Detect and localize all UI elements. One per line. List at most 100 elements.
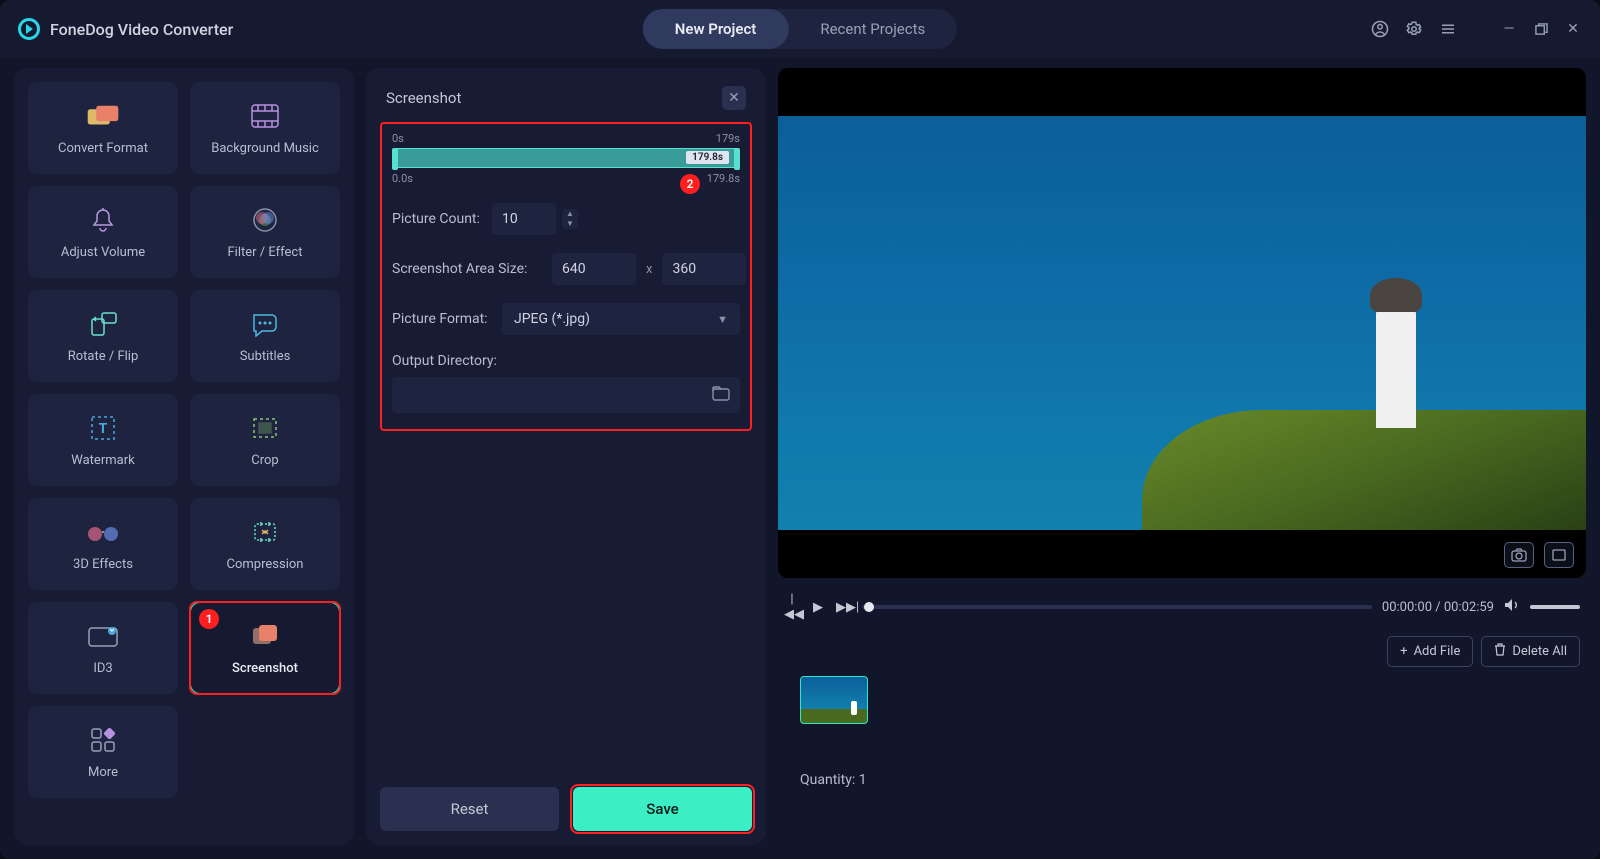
tab-new-project[interactable]: New Project: [643, 9, 789, 49]
maximize-button[interactable]: [1532, 20, 1550, 38]
play-button[interactable]: ▶: [810, 600, 826, 615]
time-display: 00:00:00 / 00:02:59: [1382, 600, 1494, 615]
callout-badge-2: 2: [680, 174, 700, 194]
picture-format-row: Picture Format: JPEG (*.jpg) ▼: [392, 303, 740, 335]
tool-rotate-flip[interactable]: Rotate / Flip: [28, 290, 178, 382]
tool-label: ID3: [93, 661, 112, 676]
reset-button[interactable]: Reset: [380, 787, 559, 831]
timeline-start-label: 0s: [392, 132, 404, 145]
delete-all-button[interactable]: Delete All: [1481, 636, 1580, 667]
tool-filter-effect[interactable]: Filter / Effect: [190, 186, 340, 278]
file-thumbnail[interactable]: [800, 676, 868, 724]
timeline-bottom-left: 0.0s: [392, 172, 413, 185]
tool-watermark[interactable]: T Watermark: [28, 394, 178, 486]
stepper-down-icon[interactable]: ▼: [562, 219, 578, 229]
timeline-handle-left[interactable]: [392, 148, 398, 170]
folder-icon[interactable]: [712, 385, 730, 405]
area-size-row: Screenshot Area Size: x: [392, 253, 740, 285]
picture-count-row: Picture Count: ▲▼: [392, 203, 740, 235]
tool-label: 3D Effects: [73, 557, 133, 572]
minimize-button[interactable]: —: [1500, 20, 1518, 38]
tool-label: Adjust Volume: [61, 245, 145, 260]
tool-id3[interactable]: ID3: [28, 602, 178, 694]
picture-count-stepper[interactable]: ▲▼: [562, 209, 578, 229]
output-directory-label: Output Directory:: [392, 353, 740, 369]
callout-box-2: 2 0s 179s 179.8s 0.0s 1: [380, 122, 752, 431]
timeline-end-label: 179s: [716, 132, 740, 145]
trash-icon: [1494, 643, 1506, 660]
fullscreen-button[interactable]: [1544, 542, 1574, 568]
logo-group: FoneDog Video Converter: [18, 18, 233, 40]
film-icon: [248, 101, 282, 131]
tool-label: Filter / Effect: [228, 245, 303, 260]
x-separator: x: [646, 262, 652, 277]
tool-label: Background Music: [211, 141, 319, 156]
output-directory-row: Output Directory:: [392, 353, 740, 413]
tool-compression[interactable]: Compression: [190, 498, 340, 590]
progress-bar[interactable]: [862, 605, 1372, 609]
volume-icon[interactable]: [1504, 598, 1520, 616]
settings-body: 2 0s 179s 179.8s 0.0s 1: [366, 122, 766, 773]
close-button[interactable]: ✕: [1564, 20, 1582, 38]
tool-more[interactable]: More: [28, 706, 178, 798]
chevron-down-icon: ▼: [717, 313, 728, 326]
prev-button[interactable]: |◀◀: [784, 592, 800, 622]
add-file-label: Add File: [1414, 644, 1461, 659]
save-button[interactable]: Save: [573, 787, 752, 831]
settings-icon[interactable]: [1404, 19, 1424, 39]
titlebar-right: — ✕: [1370, 19, 1582, 39]
snapshot-button[interactable]: [1504, 542, 1534, 568]
tool-subtitles[interactable]: Subtitles: [190, 290, 340, 382]
tool-label: Rotate / Flip: [68, 349, 139, 364]
account-icon[interactable]: [1370, 19, 1390, 39]
add-file-button[interactable]: + Add File: [1387, 636, 1473, 667]
tool-label: Watermark: [71, 453, 134, 468]
file-tray: + Add File Delete All Quantity: 1: [778, 636, 1586, 796]
tool-label: Compression: [227, 557, 304, 572]
picture-count-input[interactable]: [492, 203, 556, 235]
svg-text:T: T: [99, 421, 108, 437]
settings-header: Screenshot ✕: [366, 68, 766, 122]
tool-label: Screenshot: [232, 661, 298, 676]
area-width-input[interactable]: [552, 253, 636, 285]
picture-format-label: Picture Format:: [392, 311, 492, 327]
output-directory-input[interactable]: [392, 377, 740, 413]
tab-recent-projects[interactable]: Recent Projects: [788, 9, 957, 49]
delete-all-label: Delete All: [1512, 644, 1567, 659]
tool-adjust-volume[interactable]: Adjust Volume: [28, 186, 178, 278]
tool-3d-effects[interactable]: 3D Effects: [28, 498, 178, 590]
volume-slider[interactable]: [1530, 605, 1580, 609]
menu-icon[interactable]: [1438, 19, 1458, 39]
timeline-value-tag: 179.8s: [686, 151, 729, 164]
crop-icon: [248, 413, 282, 443]
progress-thumb[interactable]: [864, 602, 874, 612]
settings-title: Screenshot: [386, 89, 461, 107]
plus-icon: +: [1400, 644, 1407, 659]
area-height-input[interactable]: [662, 253, 746, 285]
main-area: Convert Format Background Music Adjust V…: [0, 58, 1600, 859]
tool-background-music[interactable]: Background Music: [190, 82, 340, 174]
video-frame: [778, 68, 1586, 578]
settings-panel: Screenshot ✕ 2 0s 179s 179.8s: [366, 68, 766, 845]
next-button[interactable]: ▶▶|: [836, 600, 852, 615]
project-tabs: New Project Recent Projects: [643, 9, 957, 49]
panel-close-button[interactable]: ✕: [722, 86, 746, 110]
timeline-bar[interactable]: 179.8s: [392, 148, 740, 168]
timeline-handle-right[interactable]: [734, 148, 740, 170]
tools-sidebar: Convert Format Background Music Adjust V…: [14, 68, 354, 845]
callout-badge-1: 1: [199, 609, 219, 629]
picture-format-value: JPEG (*.jpg): [514, 311, 590, 327]
tool-label: Subtitles: [240, 349, 291, 364]
picture-format-select[interactable]: JPEG (*.jpg) ▼: [502, 303, 740, 335]
tool-screenshot[interactable]: 1 Screenshot: [190, 602, 340, 694]
tool-crop[interactable]: Crop: [190, 394, 340, 486]
timeline-bottom-right: 179.8s: [707, 172, 740, 185]
settings-footer: Reset 3 Save: [366, 773, 766, 845]
tool-convert-format[interactable]: Convert Format: [28, 82, 178, 174]
aperture-icon: [248, 205, 282, 235]
stepper-up-icon[interactable]: ▲: [562, 209, 578, 219]
screenshot-icon: [248, 621, 282, 651]
picture-count-label: Picture Count:: [392, 211, 482, 227]
player-controls: |◀◀ ▶ ▶▶| 00:00:00 / 00:02:59: [778, 588, 1586, 626]
quantity-label: Quantity: 1: [800, 772, 867, 788]
